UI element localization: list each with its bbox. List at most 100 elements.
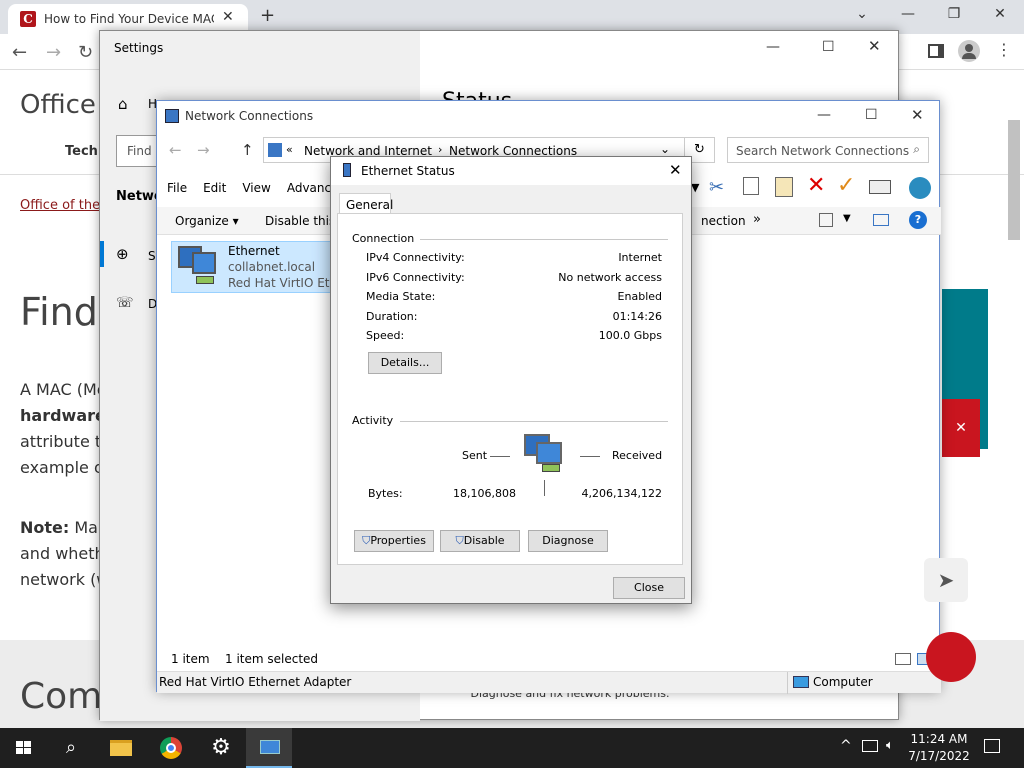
view-icon[interactable] [819, 213, 833, 227]
menu-icon[interactable]: ⋮ [996, 40, 1012, 59]
more-commands[interactable]: » [753, 212, 761, 227]
bottom-heading: Com [20, 676, 103, 717]
clock-time[interactable]: 11:24 AM [906, 732, 972, 746]
disable-button[interactable]: ⛉Disable [440, 530, 520, 552]
paste-icon[interactable] [775, 177, 793, 197]
chevron-down-icon[interactable]: ⌄ [660, 142, 670, 156]
close-button[interactable]: ✕ [990, 6, 1010, 22]
connection-header: Connection [352, 232, 415, 245]
send-icon[interactable]: ➤ [924, 558, 968, 602]
sent-label: Sent [462, 449, 488, 462]
network-tray-icon[interactable] [862, 740, 878, 752]
search-input[interactable]: Search Network Connections ⌕ [727, 137, 929, 163]
activity-header: Activity [352, 414, 394, 427]
chrome-icon[interactable] [148, 728, 194, 768]
clock-date[interactable]: 7/17/2022 [906, 749, 972, 763]
nc-maximize[interactable]: ☐ [865, 107, 878, 123]
start-button[interactable] [0, 728, 46, 768]
preview-pane-icon[interactable] [873, 214, 889, 226]
volume-icon[interactable]: 🔈︎ [886, 738, 894, 753]
globe-icon: ⊕ [116, 245, 129, 263]
file-explorer-icon[interactable] [98, 728, 144, 768]
computer-icon [793, 676, 809, 688]
tab-general[interactable]: General [339, 193, 393, 215]
menu-view[interactable]: View [242, 181, 270, 195]
settings-title: Settings [114, 41, 164, 55]
dialog-title: Ethernet Status [361, 164, 455, 178]
breadcrumb-link[interactable]: Office of the [20, 198, 100, 213]
nc-forward-icon[interactable]: → [197, 141, 210, 159]
tab-close-icon[interactable]: ✕ [222, 9, 234, 25]
delete-icon[interactable]: ✕ [807, 173, 825, 198]
restore-button[interactable]: ❐ [944, 6, 964, 22]
nc-close[interactable]: ✕ [911, 106, 924, 124]
nav-item-tech[interactable]: Tech [65, 144, 98, 159]
organize-button[interactable]: Organize ▾ [175, 214, 239, 228]
bytes-received: 4,206,134,122 [581, 487, 662, 500]
scrollbar-thumb[interactable] [1008, 120, 1020, 240]
dialup-icon: ☏ [116, 295, 134, 311]
menu-edit[interactable]: Edit [203, 181, 226, 195]
dialog-close-icon[interactable]: ✕ [669, 161, 682, 179]
tab-title: How to Find Your Device MAC Address [44, 12, 214, 26]
para-line: example o [20, 458, 104, 477]
disable-device-button[interactable]: Disable this [265, 214, 335, 228]
item-count: 1 item [171, 652, 210, 666]
profile-avatar[interactable] [958, 40, 980, 62]
details-view-icon[interactable] [895, 653, 911, 665]
reload-icon[interactable]: ↻ [78, 42, 93, 63]
globe-icon[interactable] [909, 177, 931, 199]
row-ipv6: IPv6 Connectivity: No network access [366, 271, 662, 284]
properties-icon[interactable] [869, 180, 891, 194]
status-bar: 1 item 1 item selected [157, 651, 941, 671]
home-icon: ⌂ [118, 95, 128, 113]
new-tab-button[interactable]: + [260, 5, 275, 26]
search-icon: ⌕ [913, 142, 920, 156]
chevron-icon: « [286, 143, 293, 156]
list-item-ethernet[interactable]: Ethernet collabnet.local Red Hat VirtIO … [171, 241, 333, 293]
network-adapter-icon [176, 246, 216, 286]
chat-bubble-icon[interactable] [926, 632, 976, 682]
selected-indicator [100, 241, 104, 267]
forward-icon[interactable]: → [46, 42, 61, 63]
details-bar: Red Hat VirtIO Ethernet Adapter Computer [157, 671, 941, 694]
nc-up-icon[interactable]: ↑ [241, 141, 254, 159]
settings-maximize[interactable]: ☐ [822, 39, 835, 55]
tab-search-icon[interactable]: ⌄ [852, 6, 872, 22]
help-icon[interactable]: ? [909, 211, 927, 229]
row-media-state: Media State: Enabled [366, 290, 662, 303]
settings-minimize[interactable]: — [766, 39, 780, 55]
network-connections-taskbar-icon[interactable] [246, 728, 292, 768]
close-dialog-button[interactable]: Close [613, 577, 685, 599]
item-adapter: Red Hat VirtIO Ethern [228, 276, 332, 290]
settings-gear-icon[interactable]: ⚙ [198, 728, 244, 768]
back-icon[interactable]: ← [12, 42, 27, 63]
chevron-up-icon[interactable]: ^ [840, 738, 852, 754]
notification-icon[interactable] [984, 739, 1000, 753]
row-duration: Duration: 01:14:26 [366, 310, 662, 323]
dialog-titlebar: Ethernet Status ✕ [331, 157, 691, 185]
site-favicon-icon: C [20, 11, 36, 27]
taskbar: ⌕ ⚙ ^ 🔈︎ 11:24 AM 7/17/2022 [0, 728, 1024, 768]
nc-back-icon[interactable]: ← [169, 141, 182, 159]
bytes-label: Bytes: [368, 487, 403, 500]
rename-connection-button[interactable]: nection [701, 214, 746, 228]
dropdown-icon[interactable]: ▼ [691, 181, 699, 194]
menu-file[interactable]: File [167, 181, 187, 195]
diagnose-button[interactable]: Diagnose [528, 530, 608, 552]
settings-close[interactable]: ✕ [868, 37, 881, 55]
side-panel-icon[interactable] [928, 44, 944, 58]
properties-button[interactable]: ⛉Properties [354, 530, 434, 552]
search-taskbar-icon[interactable]: ⌕ [48, 728, 94, 768]
para-line: attribute th [20, 432, 112, 451]
details-button[interactable]: Details... [368, 352, 442, 374]
copy-icon[interactable] [743, 177, 759, 195]
cut-icon[interactable]: ✂ [709, 177, 724, 198]
minimize-button[interactable]: — [898, 6, 918, 22]
view-dropdown-icon[interactable]: ▼ [843, 213, 851, 224]
banner-close-icon[interactable]: ✕ [942, 399, 980, 457]
checkmark-icon[interactable]: ✓ [837, 173, 855, 198]
nc-minimize[interactable]: — [817, 107, 831, 123]
computer-label: Computer [813, 675, 873, 689]
note-line: and wheth [20, 544, 105, 563]
